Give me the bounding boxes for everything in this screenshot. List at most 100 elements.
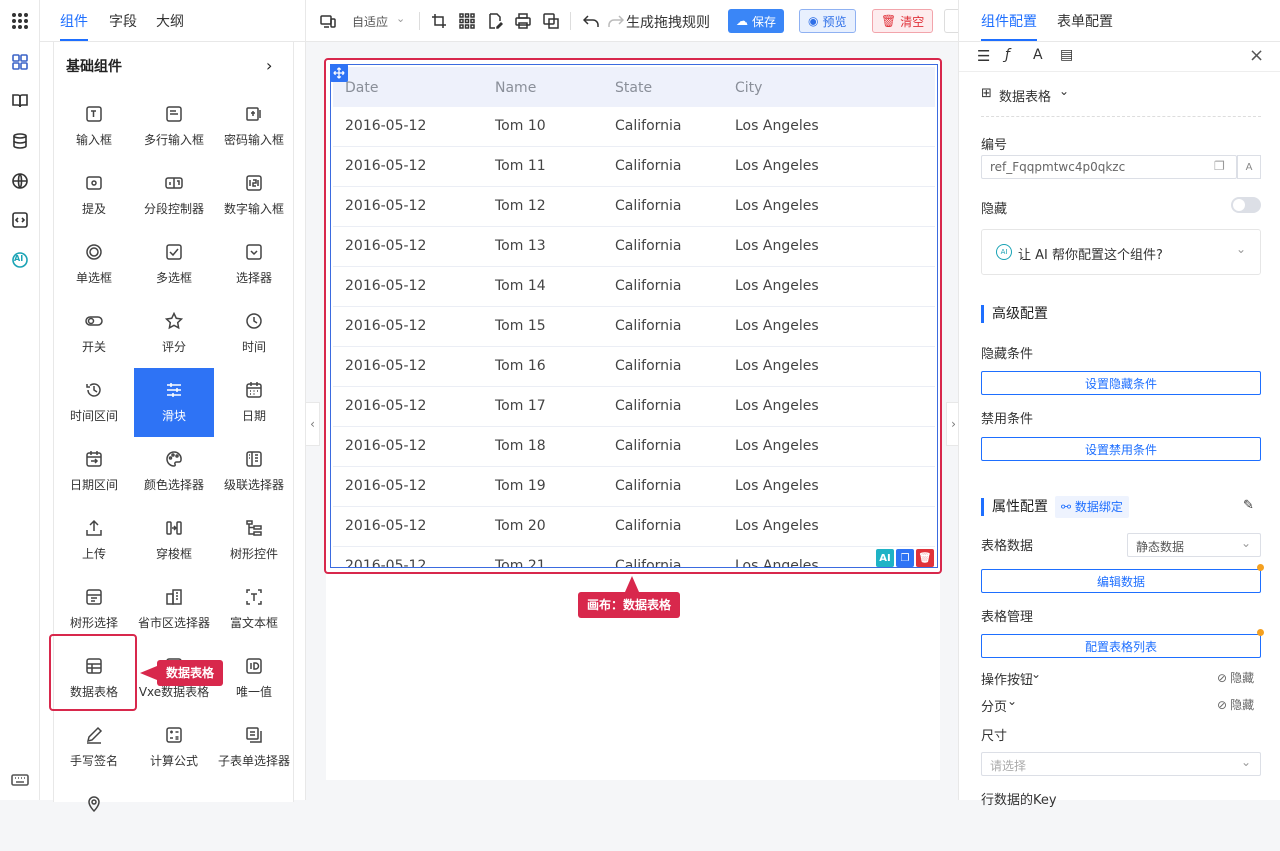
book-icon[interactable] bbox=[10, 91, 30, 111]
chevron-down-icon[interactable]: ⌄ bbox=[1031, 667, 1041, 681]
component-item[interactable]: 选择器 bbox=[214, 230, 294, 299]
operation-buttons-label[interactable]: 操作按钮 bbox=[981, 669, 1033, 688]
edit-data-button[interactable]: 编辑数据 bbox=[981, 569, 1261, 593]
config-tabs: 组件配置 表单配置 bbox=[959, 0, 1280, 42]
components-icon[interactable] bbox=[10, 52, 30, 72]
preview-button[interactable]: ◉ 预览 bbox=[799, 9, 856, 33]
component-label: 选择器 bbox=[235, 271, 272, 285]
copy-icon[interactable]: ❐ bbox=[1214, 159, 1225, 173]
script-icon[interactable]: ▤ bbox=[1060, 47, 1073, 63]
component-item[interactable]: 穿梭框 bbox=[134, 506, 214, 575]
language-icon[interactable]: A bbox=[1237, 155, 1261, 179]
group-title: 基础组件 bbox=[66, 59, 122, 75]
globe-icon[interactable] bbox=[10, 171, 30, 191]
hidden-switch[interactable] bbox=[1231, 197, 1261, 213]
set-hide-condition-button[interactable]: 设置隐藏条件 bbox=[981, 371, 1261, 395]
component-item[interactable]: 树形控件 bbox=[214, 506, 294, 575]
ai-config-box[interactable]: AI 让 AI 帮你配置这个组件? ⌄ bbox=[981, 229, 1261, 275]
delete-icon[interactable]: 🗑 bbox=[916, 549, 934, 567]
chevron-down-icon: ⌄ bbox=[1241, 755, 1252, 769]
import-icon[interactable] bbox=[542, 12, 560, 30]
upload-icon bbox=[84, 518, 104, 538]
tab-component-config[interactable]: 组件配置 bbox=[981, 11, 1037, 31]
chevron-down-icon[interactable]: ⌄ bbox=[1059, 84, 1069, 98]
table-type-icon: ⊞ bbox=[981, 86, 992, 101]
data-bind-button[interactable]: ⚯ 数据绑定 bbox=[1055, 496, 1129, 518]
adapt-select[interactable]: 自适应 bbox=[352, 13, 388, 30]
component-item[interactable]: 计算公式 bbox=[134, 713, 214, 782]
component-item[interactable]: 数字输入框 bbox=[214, 161, 294, 230]
collapse-left-button[interactable]: ‹ bbox=[306, 402, 320, 446]
component-item[interactable]: 时间 bbox=[214, 299, 294, 368]
component-item[interactable] bbox=[54, 782, 134, 851]
component-item[interactable]: 省市区选择器 bbox=[134, 575, 214, 644]
component-item[interactable]: 颜色选择器 bbox=[134, 437, 214, 506]
grid-icon[interactable] bbox=[458, 12, 476, 30]
save-button[interactable]: ☁ 保存 bbox=[728, 9, 785, 33]
function-icon[interactable]: ƒ bbox=[1005, 47, 1010, 63]
chevron-down-icon[interactable]: ⌄ bbox=[396, 12, 405, 25]
component-item[interactable]: 时间区间 bbox=[54, 368, 134, 437]
component-item[interactable]: 多行输入框 bbox=[134, 92, 214, 161]
component-item[interactable]: 唯一值 bbox=[214, 644, 294, 713]
undo-icon[interactable] bbox=[582, 12, 600, 30]
redo-icon[interactable] bbox=[607, 12, 625, 30]
config-columns-button[interactable]: 配置表格列表 bbox=[981, 634, 1261, 658]
print-icon[interactable] bbox=[514, 12, 532, 30]
hide-paging-toggle[interactable]: ⊘ 隐藏 bbox=[1217, 696, 1254, 713]
close-icon[interactable]: × bbox=[1249, 45, 1264, 66]
copy-icon[interactable]: ❐ bbox=[896, 549, 914, 567]
component-item[interactable]: 日期区间 bbox=[54, 437, 134, 506]
keyboard-icon[interactable] bbox=[10, 770, 30, 790]
hide-operation-toggle[interactable]: ⊘ 隐藏 bbox=[1217, 669, 1254, 686]
tab-components[interactable]: 组件 bbox=[60, 11, 88, 31]
tab-outline[interactable]: 大纲 bbox=[156, 11, 184, 31]
clear-button[interactable]: 🗑 清空 bbox=[872, 9, 934, 33]
component-item[interactable]: 评分 bbox=[134, 299, 214, 368]
save-label: 保存 bbox=[752, 14, 777, 29]
set-disable-condition-button[interactable]: 设置禁用条件 bbox=[981, 437, 1261, 461]
more-button[interactable] bbox=[944, 9, 958, 33]
component-item[interactable]: 提及 bbox=[54, 161, 134, 230]
component-item[interactable]: 子表单选择器 bbox=[214, 713, 294, 782]
id-label: 编号 bbox=[981, 138, 1008, 153]
tab-form-config[interactable]: 表单配置 bbox=[1057, 11, 1113, 31]
crop-icon[interactable] bbox=[430, 12, 448, 30]
sliders-icon[interactable]: ☰ bbox=[977, 47, 990, 65]
component-item[interactable]: 多选框 bbox=[134, 230, 214, 299]
edit-icon[interactable]: ✎ bbox=[1243, 498, 1254, 513]
text-style-icon[interactable]: A bbox=[1033, 47, 1043, 63]
component-item[interactable]: 上传 bbox=[54, 506, 134, 575]
component-item[interactable]: 单选框 bbox=[54, 230, 134, 299]
chevron-down-icon[interactable]: ⌄ bbox=[1007, 694, 1017, 708]
component-item[interactable]: 滑块 bbox=[134, 368, 214, 437]
component-item[interactable]: 手写签名 bbox=[54, 713, 134, 782]
device-icon[interactable] bbox=[319, 12, 337, 30]
hide-condition-label: 隐藏条件 bbox=[981, 347, 1034, 362]
component-label: 省市区选择器 bbox=[137, 616, 210, 630]
edit-doc-icon[interactable] bbox=[486, 12, 504, 30]
component-type-select[interactable]: 数据表格 bbox=[999, 86, 1051, 105]
paging-label[interactable]: 分页 bbox=[981, 696, 1007, 715]
chevron-right-icon[interactable]: › bbox=[266, 56, 272, 75]
advanced-section-title: 高级配置 bbox=[981, 305, 1048, 323]
trash-icon: 🗑 bbox=[881, 14, 897, 28]
component-item[interactable]: 级联选择器 bbox=[214, 437, 294, 506]
component-item[interactable]: 分段控制器 bbox=[134, 161, 214, 230]
component-item[interactable]: 日期 bbox=[214, 368, 294, 437]
app-grid-icon[interactable] bbox=[10, 11, 30, 31]
hide-text: 隐藏 bbox=[1230, 671, 1255, 685]
code-icon[interactable] bbox=[10, 210, 30, 230]
tab-fields[interactable]: 字段 bbox=[109, 11, 137, 31]
id-field[interactable]: ref_Fqqpmtwc4p0qkzc bbox=[981, 155, 1237, 179]
component-item[interactable]: 开关 bbox=[54, 299, 134, 368]
ai-action-button[interactable]: AI bbox=[876, 549, 894, 567]
component-item[interactable]: 密码输入框 bbox=[214, 92, 294, 161]
component-item[interactable]: 输入框 bbox=[54, 92, 134, 161]
database-icon[interactable] bbox=[10, 131, 30, 151]
ai-icon[interactable]: AI bbox=[10, 250, 30, 270]
generate-rule-button[interactable]: 生成拖拽规则 bbox=[626, 12, 710, 32]
component-item[interactable]: 富文本框 bbox=[214, 575, 294, 644]
drag-handle-icon[interactable] bbox=[330, 64, 348, 82]
size-select[interactable]: 请选择 bbox=[981, 752, 1261, 776]
